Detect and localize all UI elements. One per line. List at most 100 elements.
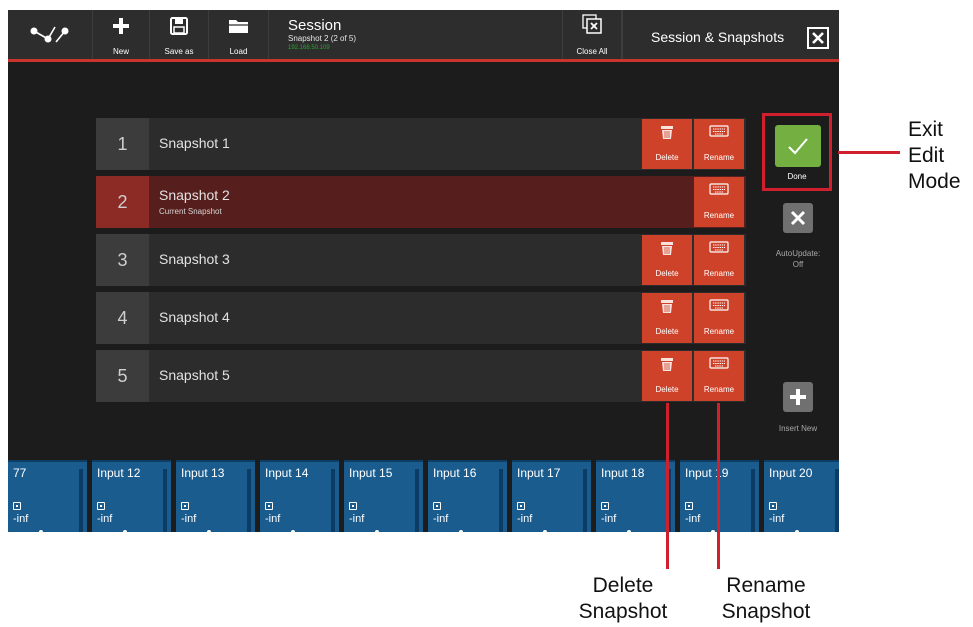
pan-knob[interactable] [627, 530, 631, 532]
callout-text: Mode [908, 170, 961, 193]
level-meter [331, 469, 335, 532]
snapshot-row[interactable]: 3 Snapshot 3 Delete Rename [96, 234, 746, 286]
floppy-disk-icon [170, 17, 188, 35]
done-button[interactable] [775, 125, 821, 167]
pan-knob[interactable] [375, 530, 379, 532]
channel-strip-input-16[interactable]: Input 16 -inf [428, 460, 507, 532]
exit-edit-mode-callout: Exit Edit Mode [908, 117, 961, 195]
rename-label: Rename [703, 211, 735, 220]
plus-icon [790, 389, 806, 405]
delete-snapshot-button[interactable]: Delete [642, 293, 692, 343]
channel-name: Input 20 [769, 466, 813, 480]
close-panel-button[interactable] [807, 27, 829, 49]
snapshot-row[interactable]: 5 Snapshot 5 Delete Rename [96, 350, 746, 402]
rename-snapshot-button[interactable]: Rename [694, 235, 744, 285]
autoupdate-label: AutoUpdate: Off [760, 248, 836, 270]
insert-new-label: Insert New [778, 424, 818, 433]
folder-icon [228, 20, 249, 33]
callout-text: Snapshot [578, 600, 668, 623]
insert-new-button[interactable] [783, 382, 813, 412]
snapshot-name: Snapshot 1 [159, 135, 230, 151]
channel-strip-input-18[interactable]: Input 18 -inf [596, 460, 675, 532]
panel-header: Session & Snapshots [622, 10, 839, 59]
channel-strip-input-14[interactable]: Input 14 -inf [260, 460, 339, 532]
channel-strip-input-15[interactable]: Input 15 -inf [344, 460, 423, 532]
channel-name: Input 16 [433, 466, 477, 480]
panel-title: Session & Snapshots [651, 29, 785, 45]
x-icon [790, 210, 806, 226]
network-logo-icon [30, 26, 69, 43]
save-as-label: Save as [164, 47, 194, 56]
pan-knob[interactable] [123, 530, 127, 532]
rename-callout-line [717, 403, 720, 569]
rename-snapshot-button[interactable]: Rename [694, 177, 744, 227]
app-menu-button[interactable] [8, 10, 93, 59]
trash-icon [661, 358, 673, 371]
session-info: Session Snapshot 2 (2 of 5) 192.168.50.1… [270, 10, 562, 59]
input-icon [517, 502, 525, 510]
delete-snapshot-button[interactable]: Delete [642, 235, 692, 285]
keyboard-icon [709, 125, 729, 137]
snapshot-number: 3 [96, 234, 149, 286]
autoupdate-toggle[interactable] [783, 203, 813, 233]
save-as-button[interactable]: Save as [150, 10, 209, 59]
channel-strip-input-17[interactable]: Input 17 -inf [512, 460, 591, 532]
plus-icon [113, 18, 129, 34]
level-meter [79, 469, 83, 532]
pan-knob[interactable] [39, 530, 43, 532]
delete-snapshot-button[interactable]: Delete [642, 351, 692, 401]
pan-knob[interactable] [291, 530, 295, 532]
keyboard-icon [709, 299, 729, 311]
load-button[interactable]: Load [209, 10, 269, 59]
snapshot-name: Snapshot 4 [159, 309, 230, 325]
input-icon [769, 502, 777, 510]
channel-name: Input 14 [265, 466, 309, 480]
level-meter [163, 469, 167, 532]
input-icon [265, 502, 273, 510]
channel-strip-77[interactable]: 77 -inf [8, 460, 87, 532]
load-label: Load [229, 47, 248, 56]
pan-knob[interactable] [543, 530, 547, 532]
close-icon [812, 32, 824, 44]
callout-text: Delete [592, 574, 654, 597]
pan-knob[interactable] [795, 530, 799, 532]
rename-snapshot-button[interactable]: Rename [694, 293, 744, 343]
channel-strip-input-12[interactable]: Input 12 -inf [92, 460, 171, 532]
snapshot-row-current[interactable]: 2 Snapshot 2 Current Snapshot Rename [96, 176, 746, 228]
channel-strip-input-20[interactable]: Input 20 -inf [764, 460, 839, 532]
delete-callout-line [666, 403, 669, 569]
level-meter [751, 469, 755, 532]
rename-snapshot-button[interactable]: Rename [694, 351, 744, 401]
top-toolbar: New Save as Load Session Snapshot 2 (2 o… [8, 10, 839, 62]
delete-snapshot-callout: Delete Snapshot [568, 573, 678, 625]
autoupdate-title: AutoUpdate: [775, 249, 821, 258]
input-icon [97, 502, 105, 510]
close-windows-icon [582, 14, 602, 34]
channel-name: Input 12 [97, 466, 141, 480]
callout-text: Rename [726, 574, 806, 597]
rename-label: Rename [703, 327, 735, 336]
session-snapshots-screen: New Save as Load Session Snapshot 2 (2 o… [8, 10, 839, 532]
new-session-button[interactable]: New [93, 10, 150, 59]
pan-knob[interactable] [459, 530, 463, 532]
delete-snapshot-button[interactable]: Delete [642, 119, 692, 169]
snapshot-name: Snapshot 2 [159, 187, 230, 203]
snapshot-row[interactable]: 4 Snapshot 4 Delete Rename [96, 292, 746, 344]
level-meter [415, 469, 419, 532]
pan-knob[interactable] [711, 530, 715, 532]
input-icon [433, 502, 441, 510]
channel-level: -inf [349, 513, 365, 525]
close-all-button[interactable]: Close All [562, 10, 622, 59]
channel-level: -inf [97, 513, 113, 525]
checkmark-icon [788, 138, 808, 155]
rename-label: Rename [703, 385, 735, 394]
close-all-label: Close All [576, 47, 608, 56]
channel-strip-input-13[interactable]: Input 13 -inf [176, 460, 255, 532]
snapshot-number: 1 [96, 118, 149, 170]
channel-level: -inf [265, 513, 281, 525]
autoupdate-state: Off [792, 260, 804, 269]
current-snapshot-indicator: Snapshot 2 (2 of 5) [288, 34, 357, 43]
pan-knob[interactable] [207, 530, 211, 532]
snapshot-row[interactable]: 1 Snapshot 1 Delete Rename [96, 118, 746, 170]
rename-snapshot-button[interactable]: Rename [694, 119, 744, 169]
